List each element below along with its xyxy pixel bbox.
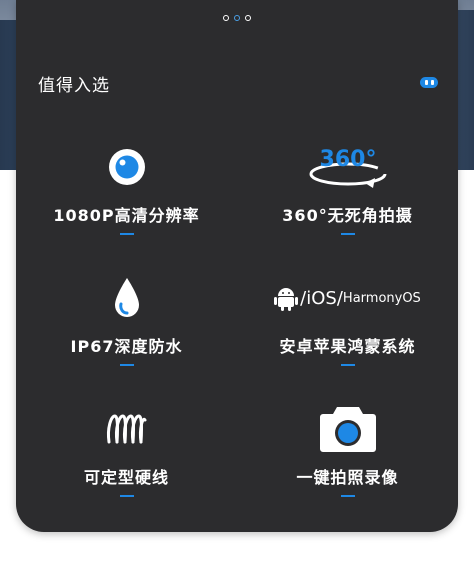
feature-underline (119, 495, 134, 497)
feature-label: 1080P高清分辨率 (53, 206, 200, 225)
feature-underline (119, 364, 134, 366)
ios-text: iOS (306, 287, 337, 309)
coil-cable-icon (105, 402, 149, 456)
feature-item-snapshot: 一键拍照录像 (237, 402, 458, 533)
feature-underline (340, 364, 355, 366)
feature-underline (340, 233, 355, 235)
page-indicator (16, 15, 458, 21)
camera-icon (319, 402, 377, 456)
page-dot[interactable] (223, 15, 229, 21)
feature-item-resolution: 1080P高清分辨率 (16, 140, 237, 271)
feature-underline (340, 495, 355, 497)
feature-item-os: / iOS / HarmonyOS 安卓苹果鸿蒙系统 (237, 271, 458, 402)
harmonyos-text: HarmonyOS (342, 290, 421, 306)
water-drop-icon (112, 271, 142, 325)
page-dot-active[interactable] (234, 15, 240, 21)
feature-grid: 1080P高清分辨率 360° 360°无死角拍摄 IP67深度防水 / iOS… (16, 140, 458, 533)
feature-label: IP67深度防水 (70, 337, 183, 356)
feature-item-360: 360° 360°无死角拍摄 (237, 140, 458, 271)
360-rotation-icon: 360° (305, 140, 391, 194)
feature-label: 一键拍照录像 (296, 468, 399, 487)
feature-label: 360°无死角拍摄 (282, 206, 413, 225)
rotation-text: 360° (319, 147, 376, 172)
android-icon (274, 288, 299, 311)
camera-lens-icon (107, 140, 147, 194)
feature-label: 安卓苹果鸿蒙系统 (279, 337, 416, 356)
eyes-badge-icon (420, 77, 438, 88)
page-dot[interactable] (245, 15, 251, 21)
section-title: 值得入选 (38, 76, 110, 96)
feature-underline (119, 233, 134, 235)
feature-item-cable: 可定型硬线 (16, 402, 237, 533)
feature-label: 可定型硬线 (83, 468, 169, 487)
os-badges: / iOS / HarmonyOS (274, 271, 421, 325)
feature-card: 值得入选 1080P高清分辨率 360° 360°无死角拍摄 IP67深度防水 … (16, 0, 458, 532)
feature-item-waterproof: IP67深度防水 (16, 271, 237, 402)
